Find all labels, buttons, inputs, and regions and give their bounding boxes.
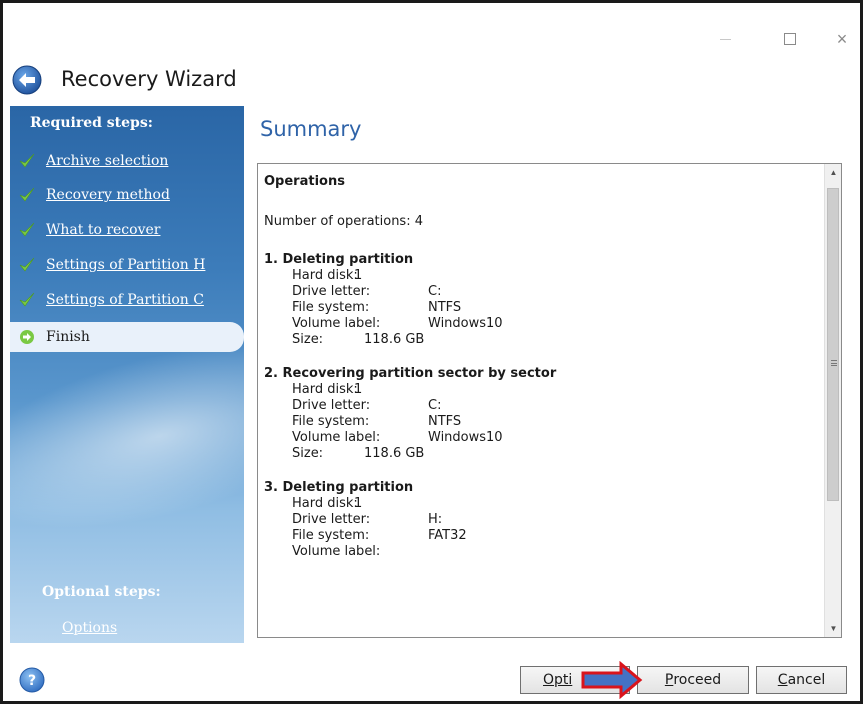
sidebar-item-options[interactable]: Options	[62, 620, 117, 636]
sidebar-item-label[interactable]: Recovery method	[46, 187, 170, 203]
field-label: File system:	[292, 528, 370, 543]
optional-steps-heading: Optional steps:	[42, 584, 161, 600]
operations-count: Number of operations: 4	[264, 214, 423, 229]
operation-title: 3. Deleting partition	[264, 480, 414, 495]
field-label: Volume label:	[292, 430, 381, 445]
operation-row: Size: 118.6 GB	[264, 332, 819, 348]
operation-row: Volume label: Windows10	[264, 316, 819, 332]
sidebar-item-settings-partition-h[interactable]: Settings of Partition H	[18, 254, 205, 276]
arrow-right-icon	[20, 330, 34, 344]
window-title: Recovery Wizard	[61, 67, 237, 91]
summary-panel[interactable]: Operations Number of operations: 4 1. De…	[257, 163, 842, 638]
required-steps-heading: Required steps:	[30, 115, 153, 131]
options-button-label: Opti	[543, 672, 573, 688]
operation-row: Drive letter: H:	[264, 512, 819, 528]
operations-header: Operations	[264, 174, 345, 189]
checkmark-icon	[19, 222, 35, 237]
field-label: Drive letter:	[292, 512, 371, 527]
field-value: FAT32	[428, 528, 467, 543]
field-value: 1	[354, 268, 363, 283]
page-title: Summary	[260, 117, 362, 141]
operation-row: Size: 118.6 GB	[264, 446, 819, 462]
svg-text:?: ?	[28, 673, 36, 689]
operation-row: Volume label:	[264, 544, 819, 560]
field-value: 1	[354, 382, 363, 397]
minimize-button[interactable]	[711, 29, 741, 49]
scroll-thumb[interactable]	[827, 188, 839, 501]
checkmark-icon	[19, 187, 35, 202]
operation-row: Hard disk: 1	[264, 496, 819, 512]
operation-title: 1. Deleting partition	[264, 252, 414, 267]
operation-row: File system: FAT32	[264, 528, 819, 544]
field-label: Size:	[292, 332, 324, 347]
sidebar-item-archive-selection[interactable]: Archive selection	[18, 150, 168, 172]
sidebar-item-label[interactable]: What to recover	[46, 222, 160, 238]
field-value: 118.6 GB	[364, 446, 425, 461]
close-button[interactable]: ×	[827, 29, 857, 49]
grip-icon	[831, 360, 837, 366]
operation-item: 1. Deleting partition Hard disk: 1 Drive…	[264, 252, 819, 348]
field-value: C:	[428, 284, 442, 299]
field-label: Hard disk:	[292, 496, 358, 511]
field-label: File system:	[292, 300, 370, 315]
operation-row: Volume label: Windows10	[264, 430, 819, 446]
operation-title: 2. Recovering partition sector by sector	[264, 366, 557, 381]
scroll-down-button[interactable]: ▼	[825, 620, 841, 637]
operation-row: Drive letter: C:	[264, 284, 819, 300]
sidebar-item-label: Finish	[46, 329, 90, 345]
maximize-button[interactable]	[775, 29, 805, 49]
proceed-button[interactable]: Proceed	[637, 666, 749, 694]
vertical-scrollbar[interactable]: ▲ ▼	[824, 164, 841, 637]
field-label: File system:	[292, 414, 370, 429]
field-value: Windows10	[428, 430, 503, 445]
sidebar-item-settings-partition-c[interactable]: Settings of Partition C	[18, 289, 204, 311]
sidebar-item-finish[interactable]: Finish	[10, 322, 244, 352]
field-value: Windows10	[428, 316, 503, 331]
summary-content: Operations Number of operations: 4 1. De…	[264, 174, 819, 560]
operation-item: 2. Recovering partition sector by sector…	[264, 366, 819, 462]
operation-row: Drive letter: C:	[264, 398, 819, 414]
help-icon[interactable]: ?	[19, 667, 45, 693]
checkmark-icon	[19, 257, 35, 272]
sidebar-item-label[interactable]: Settings of Partition H	[46, 257, 205, 273]
cancel-button[interactable]: Cancel	[756, 666, 847, 694]
operation-row: Hard disk: 1	[264, 382, 819, 398]
checkmark-icon	[19, 292, 35, 307]
operation-row: Hard disk: 1	[264, 268, 819, 284]
operation-item: 3. Deleting partition Hard disk: 1 Drive…	[264, 480, 819, 560]
field-label: Hard disk:	[292, 382, 358, 397]
wizard-sidebar: Required steps: Archive selection Recove…	[10, 106, 244, 643]
cancel-mnemonic: C	[777, 672, 788, 688]
sidebar-item-recovery-method[interactable]: Recovery method	[18, 184, 170, 206]
field-value: NTFS	[428, 300, 462, 315]
cancel-button-label: ancel	[787, 672, 826, 688]
sidebar-item-label[interactable]: Settings of Partition C	[46, 292, 204, 308]
recovery-wizard-window: × Recovery Wizard Required steps: Archiv…	[0, 0, 863, 704]
field-label: Hard disk:	[292, 268, 358, 283]
annotation-arrow-icon	[581, 661, 643, 699]
back-arrow-icon[interactable]	[12, 65, 42, 95]
proceed-mnemonic: P	[664, 672, 674, 688]
scroll-up-button[interactable]: ▲	[825, 164, 841, 181]
field-label: Drive letter:	[292, 398, 371, 413]
operation-row: File system: NTFS	[264, 414, 819, 430]
sidebar-item-label[interactable]: Archive selection	[46, 153, 168, 169]
field-value: C:	[428, 398, 442, 413]
field-value: 1	[354, 496, 363, 511]
sidebar-item-what-to-recover[interactable]: What to recover	[18, 219, 160, 241]
field-label: Drive letter:	[292, 284, 371, 299]
checkmark-icon	[19, 153, 35, 168]
operation-row: File system: NTFS	[264, 300, 819, 316]
proceed-button-label: roceed	[673, 672, 722, 688]
field-value: H:	[428, 512, 443, 527]
field-value: 118.6 GB	[364, 332, 425, 347]
field-label: Volume label:	[292, 316, 381, 331]
field-value: NTFS	[428, 414, 462, 429]
field-label: Size:	[292, 446, 324, 461]
field-label: Volume label:	[292, 544, 381, 559]
